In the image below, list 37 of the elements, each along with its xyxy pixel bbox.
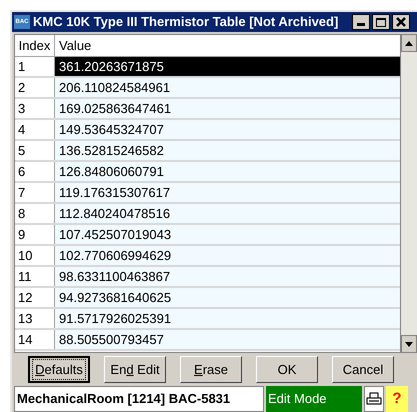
value-cell[interactable]: 98.6331100463867 [55, 267, 400, 286]
printer-icon [366, 392, 382, 406]
value-cell[interactable]: 169.025863647461 [55, 99, 400, 118]
value-cell[interactable]: 149.53645324707 [55, 120, 400, 139]
value-cell[interactable]: 126.84806060791 [55, 162, 400, 181]
index-cell: 4 [15, 120, 55, 139]
window-title: KMC 10K Type III Thermistor Table [Not Archived] [33, 14, 340, 30]
maximize-button[interactable] [372, 14, 390, 30]
mode-indicator: Edit Mode [266, 386, 362, 412]
up-arrow-icon [405, 40, 413, 46]
value-cell[interactable]: 206.110824584961 [55, 78, 400, 97]
value-cell[interactable]: 102.770606994629 [55, 246, 400, 265]
scrollbar[interactable] [401, 34, 417, 353]
value-cell[interactable]: 88.505500793457 [55, 330, 400, 349]
print-button[interactable] [364, 386, 384, 412]
value-cell[interactable]: 107.452507019043 [55, 225, 400, 244]
dialog-button[interactable]: Erase [180, 356, 242, 383]
value-cell[interactable]: 119.176315307617 [55, 183, 400, 202]
scroll-down-button[interactable] [401, 335, 417, 353]
column-header[interactable]: Value [55, 35, 400, 56]
location-label: MechanicalRoom [1214] BAC-5831 [14, 386, 264, 412]
dialog-button[interactable]: End Edit [104, 356, 166, 383]
scroll-up-button[interactable] [401, 34, 417, 52]
close-icon [396, 17, 406, 27]
value-cell[interactable]: 91.5717926025391 [55, 309, 400, 328]
dialog-button[interactable]: Defaults [28, 356, 90, 383]
minimize-button[interactable] [352, 14, 370, 30]
value-cell[interactable]: 361.20263671875 [55, 57, 400, 76]
dialog-button[interactable]: OK [256, 356, 318, 383]
value-cell[interactable]: 112.840240478516 [55, 204, 400, 223]
column-header[interactable]: Index [15, 35, 55, 56]
value-cell[interactable]: 136.52815246582 [55, 141, 400, 160]
close-button[interactable] [392, 14, 410, 30]
dialog-button[interactable]: Cancel [332, 356, 394, 383]
value-cell[interactable]: 94.9273681640625 [55, 288, 400, 307]
help-button[interactable]: ? [386, 386, 408, 412]
down-arrow-icon [405, 342, 413, 346]
